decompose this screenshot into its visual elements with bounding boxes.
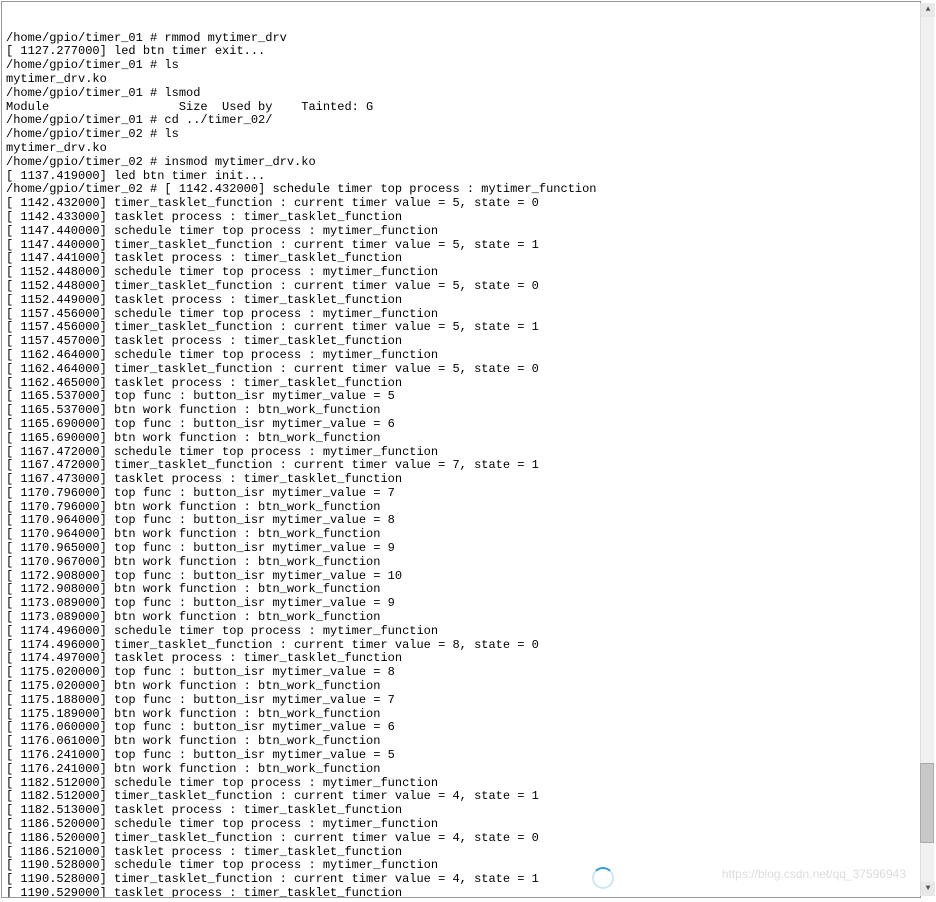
terminal-line: [ 1165.537000] top func : button_isr myt… <box>6 390 916 404</box>
terminal-line: [ 1174.497000] tasklet process : timer_t… <box>6 652 916 666</box>
terminal-line: /home/gpio/timer_02 # insmod mytimer_drv… <box>6 156 916 170</box>
terminal-line: [ 1176.241000] top func : button_isr myt… <box>6 749 916 763</box>
scrollbar-arrow-down-icon[interactable]: ▼ <box>921 882 935 896</box>
terminal-line: mytimer_drv.ko <box>6 73 916 87</box>
terminal-line: [ 1182.512000] schedule timer top proces… <box>6 777 916 791</box>
terminal-line: /home/gpio/timer_02 # ls <box>6 128 916 142</box>
terminal-line: [ 1176.060000] top func : button_isr myt… <box>6 721 916 735</box>
terminal-line: [ 1170.965000] top func : button_isr myt… <box>6 542 916 556</box>
terminal-line: [ 1167.472000] timer_tasklet_function : … <box>6 459 916 473</box>
terminal-line: [ 1190.528000] schedule timer top proces… <box>6 859 916 873</box>
terminal-line: [ 1173.089000] top func : button_isr myt… <box>6 597 916 611</box>
terminal-line: [ 1152.449000] tasklet process : timer_t… <box>6 294 916 308</box>
terminal-line: [ 1170.796000] top func : button_isr myt… <box>6 487 916 501</box>
terminal-output[interactable]: /home/gpio/timer_01 # rmmod mytimer_drv[… <box>1 1 921 898</box>
terminal-line: [ 1176.241000] btn work function : btn_w… <box>6 763 916 777</box>
terminal-line: [ 1152.448000] schedule timer top proces… <box>6 266 916 280</box>
terminal-line: [ 1186.521000] tasklet process : timer_t… <box>6 846 916 860</box>
terminal-line: [ 1142.433000] tasklet process : timer_t… <box>6 211 916 225</box>
terminal-line: [ 1172.908000] top func : button_isr myt… <box>6 570 916 584</box>
scrollbar-arrow-up-icon[interactable]: ▲ <box>921 3 935 17</box>
terminal-line: [ 1170.964000] top func : button_isr myt… <box>6 514 916 528</box>
terminal-line: [ 1175.020000] top func : button_isr myt… <box>6 666 916 680</box>
terminal-line: [ 1174.496000] schedule timer top proces… <box>6 625 916 639</box>
terminal-line: /home/gpio/timer_01 # cd ../timer_02/ <box>6 114 916 128</box>
terminal-line: [ 1167.472000] schedule timer top proces… <box>6 446 916 460</box>
terminal-line: [ 1190.528000] timer_tasklet_function : … <box>6 873 916 887</box>
terminal-line: [ 1170.964000] btn work function : btn_w… <box>6 528 916 542</box>
terminal-line: /home/gpio/timer_01 # rmmod mytimer_drv <box>6 32 916 46</box>
terminal-line: [ 1137.419000] led btn timer init... <box>6 170 916 184</box>
loading-spinner-icon <box>592 867 614 889</box>
terminal-line: [ 1162.465000] tasklet process : timer_t… <box>6 377 916 391</box>
terminal-line: [ 1174.496000] timer_tasklet_function : … <box>6 639 916 653</box>
terminal-line: [ 1186.520000] schedule timer top proces… <box>6 818 916 832</box>
terminal-line: [ 1165.537000] btn work function : btn_w… <box>6 404 916 418</box>
terminal-line: [ 1175.189000] btn work function : btn_w… <box>6 708 916 722</box>
terminal-line: [ 1167.473000] tasklet process : timer_t… <box>6 473 916 487</box>
terminal-line: [ 1142.432000] timer_tasklet_function : … <box>6 197 916 211</box>
terminal-line: [ 1157.457000] tasklet process : timer_t… <box>6 335 916 349</box>
terminal-line: [ 1147.441000] tasklet process : timer_t… <box>6 252 916 266</box>
terminal-line: mytimer_drv.ko <box>6 142 916 156</box>
scrollbar-track[interactable]: ▲ ▼ <box>920 3 934 896</box>
terminal-lines-container: /home/gpio/timer_01 # rmmod mytimer_drv[… <box>6 32 916 898</box>
terminal-line: [ 1175.188000] top func : button_isr myt… <box>6 694 916 708</box>
terminal-line: [ 1170.796000] btn work function : btn_w… <box>6 501 916 515</box>
terminal-line: [ 1152.448000] timer_tasklet_function : … <box>6 280 916 294</box>
terminal-line: /home/gpio/timer_01 # ls <box>6 59 916 73</box>
terminal-line: [ 1190.529000] tasklet process : timer_t… <box>6 887 916 898</box>
terminal-line: [ 1182.513000] tasklet process : timer_t… <box>6 804 916 818</box>
terminal-line: [ 1176.061000] btn work function : btn_w… <box>6 735 916 749</box>
terminal-line: [ 1175.020000] btn work function : btn_w… <box>6 680 916 694</box>
terminal-line: [ 1165.690000] top func : button_isr myt… <box>6 418 916 432</box>
terminal-line: [ 1127.277000] led btn timer exit... <box>6 45 916 59</box>
terminal-line: [ 1165.690000] btn work function : btn_w… <box>6 432 916 446</box>
terminal-line: [ 1186.520000] timer_tasklet_function : … <box>6 832 916 846</box>
terminal-line: /home/gpio/timer_02 # [ 1142.432000] sch… <box>6 183 916 197</box>
terminal-line: [ 1147.440000] schedule timer top proces… <box>6 225 916 239</box>
terminal-line: /home/gpio/timer_01 # lsmod <box>6 87 916 101</box>
terminal-line: [ 1173.089000] btn work function : btn_w… <box>6 611 916 625</box>
scrollbar-thumb[interactable] <box>920 763 934 843</box>
terminal-line: [ 1147.440000] timer_tasklet_function : … <box>6 239 916 253</box>
terminal-line: [ 1162.464000] schedule timer top proces… <box>6 349 916 363</box>
terminal-line: [ 1172.908000] btn work function : btn_w… <box>6 583 916 597</box>
terminal-line: [ 1157.456000] schedule timer top proces… <box>6 308 916 322</box>
terminal-line: [ 1170.967000] btn work function : btn_w… <box>6 556 916 570</box>
terminal-line: [ 1162.464000] timer_tasklet_function : … <box>6 363 916 377</box>
terminal-line: [ 1182.512000] timer_tasklet_function : … <box>6 790 916 804</box>
terminal-line: Module Size Used by Tainted: G <box>6 101 916 115</box>
terminal-line: [ 1157.456000] timer_tasklet_function : … <box>6 321 916 335</box>
